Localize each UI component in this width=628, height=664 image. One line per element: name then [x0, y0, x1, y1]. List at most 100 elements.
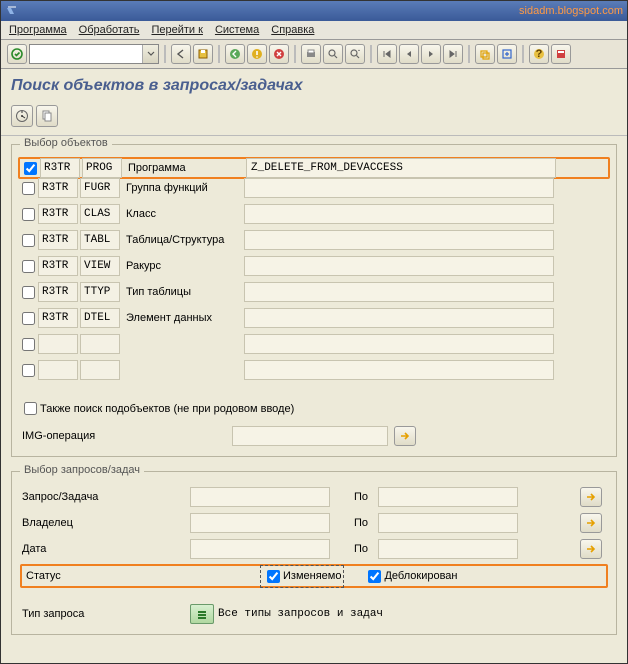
object-row-input[interactable] — [244, 308, 554, 328]
request-to-label: По — [354, 491, 378, 503]
separator — [218, 45, 220, 63]
last-page-button[interactable] — [443, 44, 463, 64]
object-type-2[interactable]: FUGR — [80, 178, 120, 198]
object-row-checkbox[interactable] — [22, 182, 35, 195]
object-row-input[interactable] — [244, 334, 554, 354]
menu-process[interactable]: Обработать — [79, 24, 140, 36]
new-session-button[interactable] — [475, 44, 495, 64]
object-type-2[interactable]: VIEW — [80, 256, 120, 276]
owner-from-input[interactable] — [190, 513, 330, 533]
object-type-1[interactable]: R3TR — [38, 282, 78, 302]
object-type-2[interactable]: TTYP — [80, 282, 120, 302]
date-to-input[interactable] — [378, 539, 518, 559]
separator — [164, 45, 166, 63]
menu-goto[interactable]: Перейти к — [151, 24, 202, 36]
object-row: R3TRTTYPТип таблицы — [20, 281, 608, 303]
separator — [522, 45, 524, 63]
object-row: R3TRCLASКласс — [20, 203, 608, 225]
menu-program[interactable]: Программа — [9, 24, 67, 36]
object-type-2[interactable] — [80, 334, 120, 354]
help-button[interactable]: ? — [529, 44, 549, 64]
requests-group-label: Выбор запросов/задач — [20, 464, 144, 476]
object-row — [20, 333, 608, 355]
object-type-2[interactable]: TABL — [80, 230, 120, 250]
layout-button[interactable] — [551, 44, 571, 64]
object-type-1[interactable]: R3TR — [40, 158, 80, 178]
request-multi-button[interactable] — [580, 487, 602, 507]
object-type-1[interactable] — [38, 334, 78, 354]
object-row-input[interactable] — [244, 178, 554, 198]
status-unblocked-checkbox[interactable] — [368, 570, 381, 583]
objects-group-label: Выбор объектов — [20, 137, 112, 149]
object-row-input[interactable] — [246, 158, 556, 178]
status-modifiable-checkbox[interactable] — [267, 570, 280, 583]
object-row-checkbox[interactable] — [24, 162, 37, 175]
menubar: Программа Обработать Перейти к Система С… — [1, 21, 627, 40]
type-select-button[interactable] — [190, 604, 214, 624]
img-operation-label: IMG-операция — [20, 430, 232, 442]
object-row-input[interactable] — [244, 282, 554, 302]
prev-page-button[interactable] — [399, 44, 419, 64]
object-row-checkbox[interactable] — [22, 208, 35, 221]
back-button[interactable] — [171, 44, 191, 64]
window: sidadm.blogspot.com Программа Обработать… — [0, 0, 628, 664]
next-page-button[interactable] — [421, 44, 441, 64]
date-multi-button[interactable] — [580, 539, 602, 559]
owner-to-input[interactable] — [378, 513, 518, 533]
request-label: Запрос/Задача — [20, 491, 190, 503]
status-row: Статус Изменяемо Деблокирован — [20, 564, 608, 588]
object-row-checkbox[interactable] — [22, 364, 35, 377]
enter-button[interactable] — [7, 44, 27, 64]
object-type-1[interactable]: R3TR — [38, 178, 78, 198]
menu-help[interactable]: Справка — [271, 24, 314, 36]
request-from-input[interactable] — [190, 487, 330, 507]
object-row-input[interactable] — [244, 204, 554, 224]
object-row-input[interactable] — [244, 256, 554, 276]
object-row-input[interactable] — [244, 360, 554, 380]
execute-button[interactable] — [11, 105, 33, 127]
object-type-2[interactable]: DTEL — [80, 308, 120, 328]
find-button[interactable] — [323, 44, 343, 64]
command-dropdown-icon[interactable] — [142, 45, 158, 63]
owner-multi-button[interactable] — [580, 513, 602, 533]
object-type-1[interactable]: R3TR — [38, 230, 78, 250]
menu-system[interactable]: Система — [215, 24, 259, 36]
object-type-1[interactable]: R3TR — [38, 308, 78, 328]
shortcut-button[interactable] — [497, 44, 517, 64]
object-type-1[interactable]: R3TR — [38, 256, 78, 276]
get-variant-button[interactable] — [36, 105, 58, 127]
titlebar: sidadm.blogspot.com — [1, 1, 627, 21]
nav-back-button[interactable] — [225, 44, 245, 64]
object-row-checkbox[interactable] — [22, 286, 35, 299]
type-row: Тип запроса Все типы запросов и задач — [20, 604, 608, 624]
print-button[interactable] — [301, 44, 321, 64]
img-operation-multi-button[interactable] — [394, 426, 416, 446]
object-row-label: Таблица/Структура — [122, 234, 244, 246]
content-area: Выбор объектов R3TRPROGПрограммаR3TRFUGR… — [1, 136, 627, 663]
find-next-button[interactable] — [345, 44, 365, 64]
object-type-2[interactable]: CLAS — [80, 204, 120, 224]
object-row-checkbox[interactable] — [22, 338, 35, 351]
object-type-2[interactable]: PROG — [82, 158, 122, 178]
object-type-1[interactable] — [38, 360, 78, 380]
save-button[interactable] — [193, 44, 213, 64]
command-field[interactable] — [29, 44, 159, 64]
object-row-checkbox[interactable] — [22, 260, 35, 273]
date-from-input[interactable] — [190, 539, 330, 559]
subobjects-row: Также поиск подобъектов (не при родовом … — [20, 399, 608, 418]
object-row: R3TRTABLТаблица/Структура — [20, 229, 608, 251]
type-value: Все типы запросов и задач — [218, 608, 383, 620]
date-label: Дата — [20, 543, 190, 555]
nav-exit-button[interactable] — [247, 44, 267, 64]
object-type-1[interactable]: R3TR — [38, 204, 78, 224]
first-page-button[interactable] — [377, 44, 397, 64]
subobjects-checkbox[interactable] — [24, 402, 37, 415]
request-to-input[interactable] — [378, 487, 518, 507]
img-operation-input[interactable] — [232, 426, 388, 446]
object-row-checkbox[interactable] — [22, 234, 35, 247]
object-row-checkbox[interactable] — [22, 312, 35, 325]
object-row-input[interactable] — [244, 230, 554, 250]
svg-text:?: ? — [536, 48, 543, 60]
object-type-2[interactable] — [80, 360, 120, 380]
nav-cancel-button[interactable] — [269, 44, 289, 64]
